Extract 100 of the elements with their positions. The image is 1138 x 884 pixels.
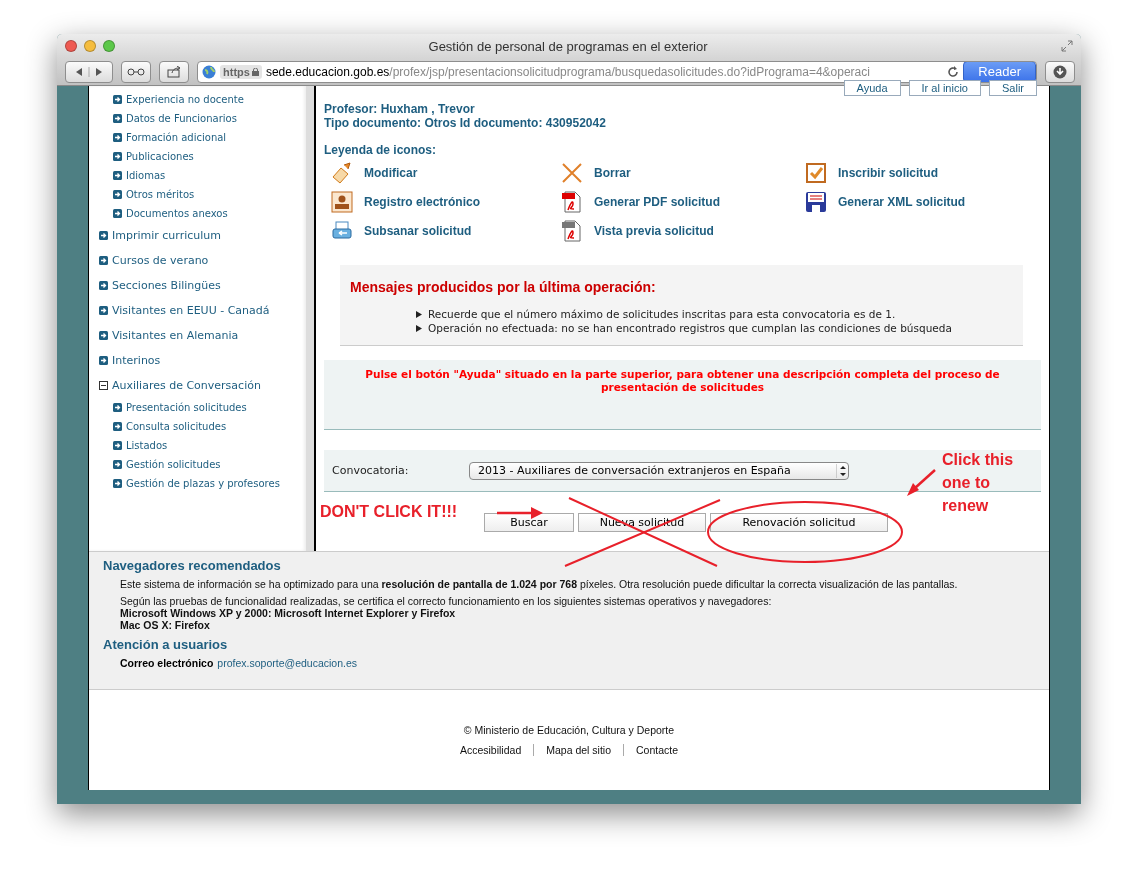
form-button[interactable]: Buscar (484, 513, 574, 532)
sidebar-subitem[interactable]: Publicaciones (89, 147, 306, 166)
bullet-icon (416, 310, 422, 318)
legend-label: Generar PDF solicitud (594, 195, 721, 209)
help-notice: Pulse el botón "Ayuda" situado en la parte superior, para obtener una descripción completa del proceso de presentación de solicitudes (324, 360, 1041, 430)
message-text: Operación no efectuada: no se han encontrado registros que cumplan las condiciones de búsqueda (428, 321, 952, 335)
glasses-icon (127, 67, 145, 76)
sidebar-subitem[interactable]: Listados (89, 436, 306, 455)
message-text: Recuerde que el número máximo de solicitudes inscritas para esta convocatoria es de 1. (428, 307, 896, 321)
sidebar-subitem[interactable]: Formación adicional (89, 128, 306, 147)
arrow-bullet-icon (113, 441, 122, 450)
header-button[interactable]: Salir (989, 80, 1037, 96)
download-icon (1053, 64, 1067, 79)
sidebar-subitem[interactable]: Gestión solicitudes (89, 455, 306, 474)
share-button[interactable] (159, 60, 189, 83)
arrow-bullet-icon (99, 256, 108, 265)
info-paragraph: Según las pruebas de funcionalidad realizadas, se certifica el correcto funcionamiento en los siguientes sistemas operativos y navegadores: (120, 595, 773, 607)
sidebar-subitem[interactable]: Experiencia no docente (89, 90, 306, 109)
messages-title: Mensajes producidos por la última operación: (350, 279, 657, 295)
sidebar-subitem[interactable]: Gestión de plazas y profesores (89, 474, 306, 493)
sidebar-item[interactable]: Auxiliares de Conversación (89, 373, 306, 398)
sidebar-subitem[interactable]: Otros méritos (89, 185, 306, 204)
info-paragraph: Este sistema de información se ha optimizado para una resolución de pantalla de 1.024 por 768 píxeles. Otra resolución puede dificultar la correcta visualización de las pantallas. (120, 578, 959, 590)
delete-icon (560, 161, 584, 185)
sidebar-subitem[interactable]: Documentos anexos (89, 204, 306, 223)
sidebar-item[interactable]: Visitantes en EEUU - Canadá (89, 298, 306, 323)
header-button[interactable]: Ir al inicio (908, 80, 981, 96)
url-text: sede.educacion.gob.es/profex/jsp/presentacionsolicitudprograma/busquedasolicitudes.do?idPrograma=4&operaci (265, 64, 871, 79)
form-button[interactable]: Renovación solicitud (710, 513, 888, 532)
header-button[interactable]: Ayuda (843, 80, 901, 96)
window-title: Gestión de personal de programas en el exterior (427, 38, 709, 54)
field-label: Convocatoria: (332, 464, 410, 477)
footer-link[interactable]: Mapa del sitio (533, 744, 624, 756)
pencil-icon (330, 161, 354, 185)
sidebar-item[interactable]: Secciones Bilingües (89, 273, 306, 298)
arrow-bullet-icon (113, 209, 122, 218)
sidebar-item[interactable]: Imprimir curriculum (89, 223, 306, 248)
legend-label: Registro electrónico (364, 195, 481, 209)
arrow-bullet-icon (113, 114, 122, 123)
convocatoria-select[interactable]: 2013 - Auxiliares de conversación extranjeros en España (469, 461, 849, 480)
section-heading: Navegadores recomendados (103, 558, 282, 573)
pdf-document-icon (560, 190, 584, 214)
close-button[interactable] (65, 40, 77, 52)
sidebar-item[interactable]: Interinos (89, 348, 306, 373)
legend-label: Subsanar solicitud (364, 224, 472, 238)
profile-text: Profesor: Huxham , Trevor (324, 102, 476, 116)
arrow-bullet-icon (113, 479, 122, 488)
arrow-bullet-icon (113, 190, 122, 199)
footer-link[interactable]: Accesibilidad (447, 744, 534, 756)
arrow-bullet-icon (99, 356, 108, 365)
arrow-bullet-icon (99, 306, 108, 315)
address-field[interactable]: https sede.educacion.gob.es/profex/jsp/presentacionsolicitudprograma/busquedasolicitudes.do?idPrograma=4&operaci Reader (197, 60, 1037, 83)
legend-label: Inscribir solicitud (838, 166, 939, 180)
sidebar-subitem[interactable]: Presentación solicitudes (89, 398, 306, 417)
arrow-bullet-icon (113, 403, 122, 412)
globe-icon (202, 64, 216, 79)
contact-label: Correo electrónico (120, 657, 214, 669)
back-forward-button[interactable] (65, 60, 113, 83)
legend-label: Modificar (364, 166, 418, 180)
arrow-bullet-icon (113, 152, 122, 161)
arrow-annotation (907, 469, 936, 496)
arrow-bullet-icon (99, 231, 108, 240)
bullet-icon (416, 324, 422, 332)
legend-label: Vista previa solicitud (594, 224, 714, 238)
sidebar-item[interactable]: Cursos de verano (89, 248, 306, 273)
collapse-icon[interactable] (99, 381, 108, 390)
sidebar-subitem[interactable]: Consulta solicitudes (89, 417, 306, 436)
legend-title: Leyenda de iconos: (324, 143, 438, 157)
footer-link[interactable]: Contacte (623, 744, 691, 756)
fullscreen-icon[interactable] (1061, 40, 1073, 52)
hint-annotation: Click this one to renew (942, 450, 1015, 516)
sidebar-subitem[interactable]: Datos de Funcionarios (89, 109, 306, 128)
arrow-bullet-icon (113, 171, 122, 180)
email-link[interactable]: profex.soporte@educacion.es (217, 657, 358, 669)
section-heading: Atención a usuarios (103, 637, 229, 652)
legend-label: Generar XML solicitud (838, 195, 966, 209)
downloads-button[interactable] (1045, 60, 1075, 83)
legend-label: Borrar (594, 166, 631, 180)
arrow-bullet-icon (99, 281, 108, 290)
arrow-bullet-icon (113, 422, 122, 431)
profile-text: Tipo documento: Otros Id documento: 430952042 (324, 116, 607, 130)
arrow-annotation (497, 507, 543, 519)
reload-icon[interactable] (947, 65, 960, 78)
platform-text: Mac OS X: Firefox (120, 619, 211, 631)
reading-list-button[interactable] (121, 60, 151, 83)
share-icon (167, 65, 181, 78)
updown-icon (836, 463, 848, 478)
platform-text: Microsoft Windows XP y 2000: Microsoft Internet Explorer y Firefox (120, 607, 457, 619)
arrow-bullet-icon (99, 331, 108, 340)
arrow-bullet-icon (113, 133, 122, 142)
zoom-button[interactable] (103, 40, 115, 52)
https-badge: https (220, 64, 262, 79)
arrow-bullet-icon (113, 460, 122, 469)
pdf-document-icon (560, 219, 584, 243)
sidebar-subitem[interactable]: Idiomas (89, 166, 306, 185)
sidebar-item[interactable]: Visitantes en Alemania (89, 323, 306, 348)
warning-annotation: DON'T CLICK IT!!! (320, 502, 459, 522)
checkbox-icon (804, 161, 828, 185)
arrow-bullet-icon (113, 95, 122, 104)
stamp-icon (330, 190, 354, 214)
